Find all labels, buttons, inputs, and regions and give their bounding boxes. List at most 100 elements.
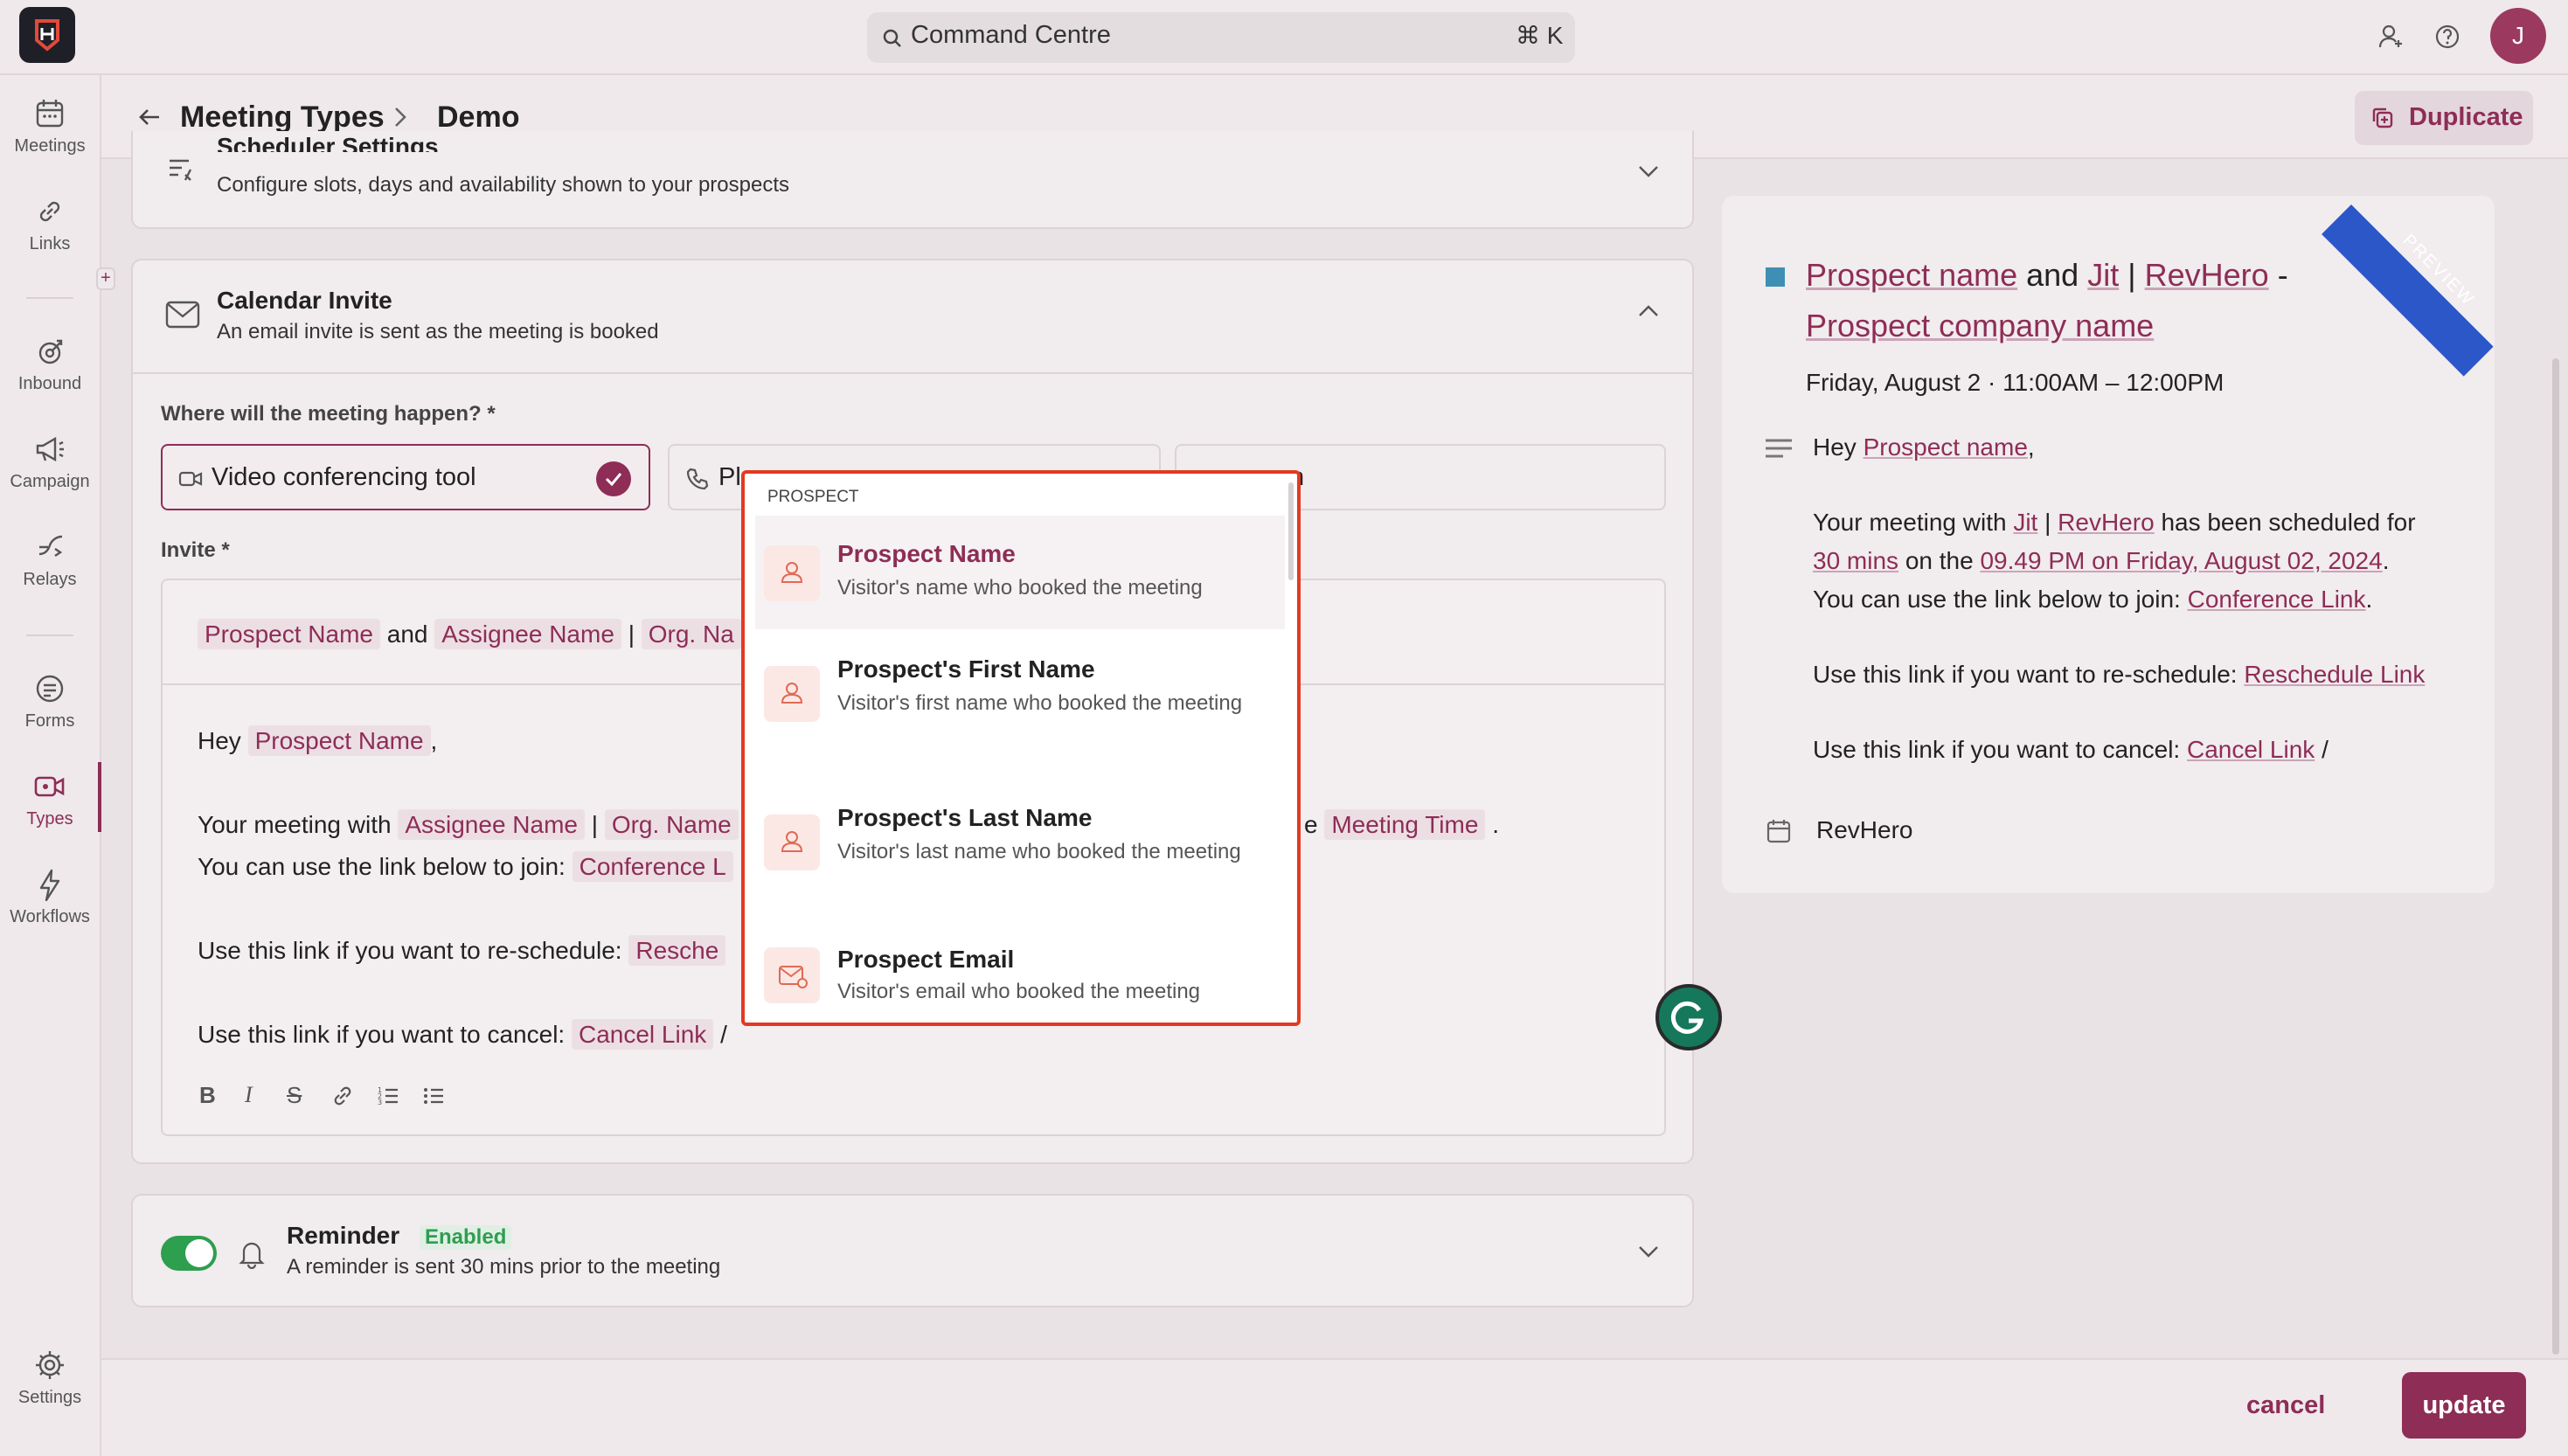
italic-button[interactable]: I — [245, 1082, 253, 1108]
variable-chip[interactable]: Assignee Name — [398, 809, 585, 840]
email-icon — [764, 947, 820, 1003]
body-text: Use this link if you want to re-schedule… — [198, 937, 622, 964]
reminder-title: Reminder — [287, 1222, 400, 1249]
sidebar-item-settings[interactable]: Settings — [0, 1341, 100, 1428]
dropdown-scrollbar[interactable] — [1288, 482, 1294, 580]
dropdown-item-last-name[interactable]: Prospect's Last Name Visitor's last name… — [755, 780, 1285, 926]
preview-variable: Jit — [2013, 509, 2038, 536]
dropdown-item-prospect-name[interactable]: Prospect Name Visitor's name who booked … — [755, 516, 1285, 629]
reminder-toggle[interactable] — [161, 1236, 217, 1271]
body-text: Your meeting with — [198, 811, 392, 838]
sidebar-item-links[interactable]: Links — [0, 187, 100, 274]
footer-bar — [101, 1358, 2568, 1456]
variable-picker-dropdown[interactable]: PROSPECT Prospect Name Visitor's name wh… — [741, 470, 1301, 1026]
duplicate-icon — [2372, 107, 2393, 128]
dropdown-section-label: PROSPECT — [767, 488, 859, 506]
option-video-conferencing[interactable]: Video conferencing tool — [161, 444, 650, 510]
sidebar-item-workflows[interactable]: Workflows — [0, 860, 100, 947]
sidebar-item-label: Relays — [23, 570, 77, 589]
event-color-swatch — [1766, 267, 1785, 287]
preview-line3: Use this link if you want to re-schedule… — [1813, 661, 2425, 689]
chevron-down-icon[interactable] — [1634, 157, 1662, 185]
sidebar-item-types[interactable]: Types — [0, 762, 101, 849]
preview-line4: Use this link if you want to cancel: Can… — [1813, 736, 2329, 764]
variable-chip[interactable]: Prospect Name — [198, 619, 380, 649]
variable-chip[interactable]: Org. Na — [641, 619, 741, 649]
toggle-knob — [185, 1239, 213, 1267]
variable-chip[interactable]: Conference L — [572, 851, 733, 882]
back-arrow-icon[interactable] — [136, 103, 164, 131]
option-video-label: Video conferencing tool — [212, 463, 476, 491]
search-shortcut: ⌘ K — [1516, 22, 1564, 49]
breadcrumb-meeting-types[interactable]: Meeting Types — [180, 101, 385, 135]
dropdown-item-email[interactable]: Prospect Email Visitor's email who booke… — [755, 928, 1285, 1023]
preview-text: . — [2382, 547, 2390, 574]
gear-icon — [36, 1351, 64, 1379]
chevron-down-icon[interactable] — [1634, 1238, 1662, 1265]
body-text: Hey — [198, 727, 241, 754]
preview-text: - — [2277, 257, 2288, 293]
sidebar-item-inbound[interactable]: Inbound — [0, 327, 100, 414]
description-icon — [1766, 439, 1792, 458]
preview-text: Your meeting with — [1813, 509, 2007, 536]
body-text: You can use the link below to join: — [198, 853, 566, 880]
chevron-up-icon[interactable] — [1634, 297, 1662, 325]
breadcrumb-current: Demo — [437, 101, 520, 134]
nav-divider — [26, 297, 73, 299]
preview-cancel-link[interactable]: Cancel Link — [2187, 736, 2315, 763]
dropdown-item-first-name[interactable]: Prospect's First Name Visitor's first na… — [755, 631, 1285, 778]
invite-body-line3: Use this link if you want to re-schedule… — [198, 935, 726, 966]
dropdown-item-desc: Visitor's email who booked the meeting — [837, 980, 1201, 1003]
grammar-g-icon — [1670, 1001, 1704, 1034]
nav-divider — [26, 634, 73, 636]
invite-label: Invite * — [161, 538, 230, 562]
preview-variable: Prospect company name — [1806, 308, 2155, 343]
status-badge: Enabled — [420, 1225, 512, 1250]
preview-reschedule-link[interactable]: Reschedule Link — [2244, 661, 2425, 688]
sidebar-item-label: Meetings — [14, 136, 86, 156]
sidebar-item-forms[interactable]: Forms — [0, 664, 100, 752]
user-avatar[interactable]: J — [2490, 8, 2546, 64]
sidebar-item-relays[interactable]: Relays — [0, 523, 100, 610]
sidebar-item-campaign[interactable]: Campaign — [0, 425, 100, 512]
help-icon[interactable] — [2433, 23, 2461, 51]
person-icon — [764, 815, 820, 870]
cancel-button[interactable]: cancel — [2246, 1391, 2325, 1420]
preview-greeting: Hey Prospect name, — [1813, 433, 2035, 461]
preview-variable: Prospect name — [1806, 257, 2018, 293]
update-button[interactable]: update — [2402, 1372, 2526, 1439]
preview-variable: Prospect name — [1863, 433, 2028, 461]
calendar-invite-title: Calendar Invite — [217, 287, 392, 314]
bold-button[interactable]: B — [199, 1082, 216, 1109]
sidebar-item-label: Workflows — [10, 907, 90, 926]
ordered-list-icon[interactable]: 123 — [376, 1084, 400, 1108]
grammar-assistant-button[interactable] — [1655, 984, 1722, 1050]
variable-chip[interactable]: Meeting Time — [1324, 809, 1486, 840]
preview-conference-link[interactable]: Conference Link — [2188, 586, 2366, 613]
add-user-icon[interactable] — [2377, 23, 2405, 51]
svg-text:3: 3 — [378, 1099, 382, 1106]
app-logo[interactable] — [19, 7, 75, 63]
page-scrollbar[interactable] — [2552, 358, 2559, 1355]
strikethrough-button[interactable]: S — [287, 1082, 302, 1109]
bullet-list-icon[interactable] — [421, 1084, 446, 1108]
sidebar-item-meetings[interactable]: Meetings — [0, 89, 100, 177]
sidebar-item-label: Links — [29, 234, 71, 253]
preview-datetime: Friday, August 2 · 11:00AM – 12:00PM — [1806, 369, 2224, 396]
preview-variable: RevHero — [2144, 257, 2269, 293]
variable-chip[interactable]: Assignee Name — [434, 619, 621, 649]
variable-chip[interactable]: Prospect Name — [247, 725, 431, 756]
body-text: / — [720, 1021, 727, 1048]
inbound-icon — [38, 339, 63, 364]
preview-text: Use this link if you want to re-schedule… — [1813, 661, 2238, 688]
variable-chip[interactable]: Org. Name — [604, 809, 739, 840]
sidebar-expand-handle[interactable]: + — [96, 267, 115, 290]
invite-subject[interactable]: Prospect Name and Assignee Name | Org. N… — [198, 619, 741, 649]
scheduler-settings-card[interactable]: Scheduler Settings Configure slots, days… — [131, 131, 1694, 229]
preview-variable: 09.49 PM on Friday, August 02, 2024 — [1980, 547, 2383, 574]
variable-chip[interactable]: Cancel Link — [571, 1019, 714, 1050]
variable-chip[interactable]: Resche — [628, 935, 726, 966]
sidebar-item-label: Campaign — [10, 472, 90, 491]
search-icon — [883, 29, 901, 47]
link-icon[interactable] — [330, 1084, 355, 1108]
